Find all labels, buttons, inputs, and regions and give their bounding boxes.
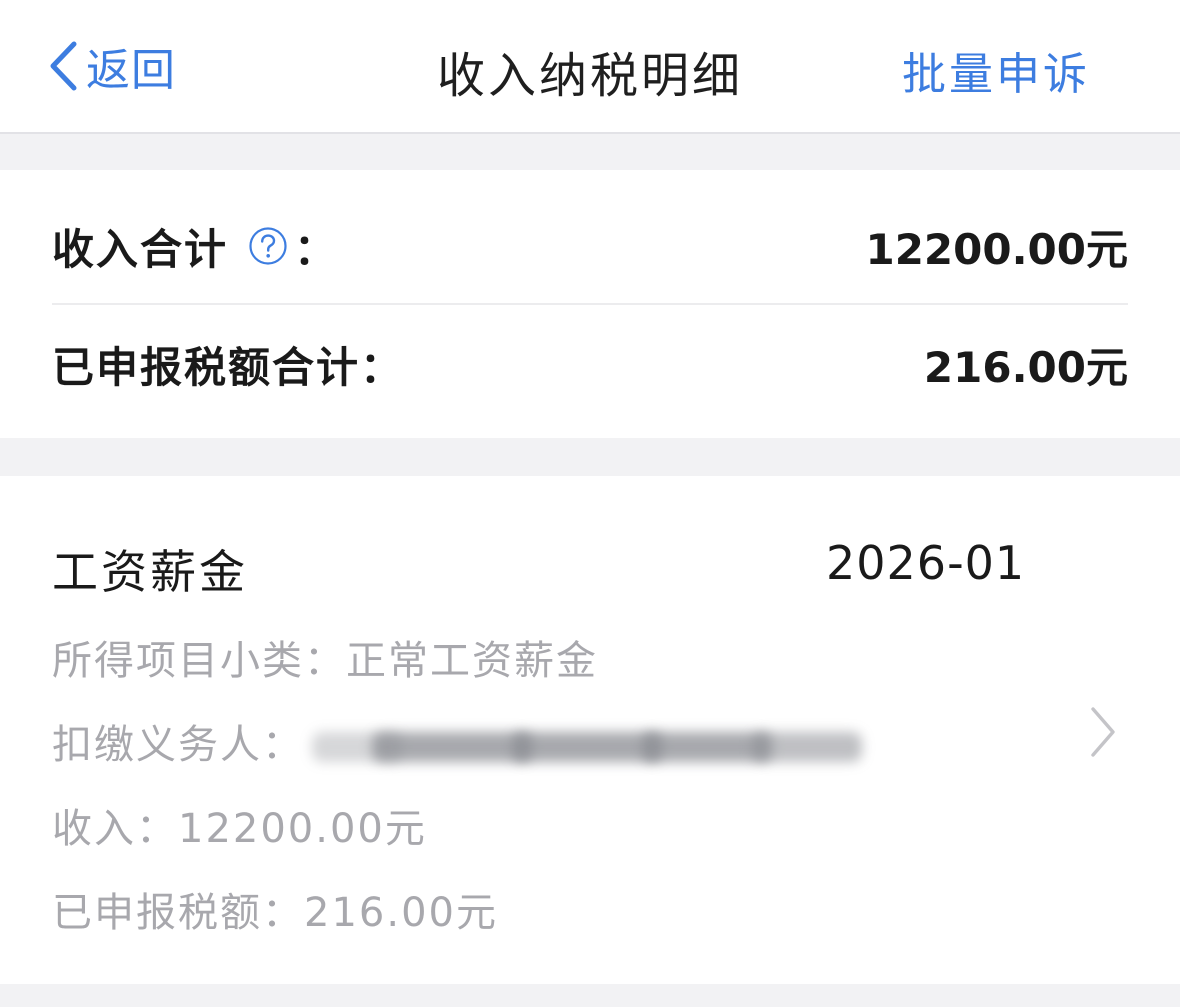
tax-line: 已申报税额：216.00元 xyxy=(52,880,498,938)
income-total-label: 收入合计 xyxy=(52,224,229,274)
tax-total-value: 216.00元 xyxy=(923,342,1128,392)
navigation-bar: 返回 收入纳税明细 批量申诉 xyxy=(0,0,1180,134)
income-type: 工资薪金 xyxy=(52,545,248,599)
batch-appeal-button[interactable]: 批量申诉 xyxy=(902,38,1090,102)
income-label: 收入： xyxy=(52,806,178,852)
chevron-right-icon xyxy=(1091,707,1115,757)
question-circle-icon[interactable] xyxy=(248,226,288,266)
subcategory-value: 正常工资薪金 xyxy=(346,638,598,684)
income-period: 2026-01 xyxy=(826,536,1026,590)
withholder-line: 扣缴义务人： xyxy=(52,712,872,770)
summary-card: 收入合计 ： 12200.00元 已申报税额合计： 216.00元 xyxy=(0,170,1180,438)
tax-label: 已申报税额： xyxy=(52,890,304,936)
subcategory-label: 所得项目小类： xyxy=(52,638,346,684)
income-line: 收入：12200.00元 xyxy=(52,796,427,854)
income-total-label-group: 收入合计 ： xyxy=(52,216,338,277)
tax-total-row: 已申报税额合计： 216.00元 xyxy=(52,304,1128,424)
income-total-colon: ： xyxy=(294,224,339,274)
income-total-row: 收入合计 ： 12200.00元 xyxy=(52,186,1128,306)
income-value: 12200.00元 xyxy=(178,806,427,852)
tax-total-label: 已申报税额合计： xyxy=(52,342,405,392)
income-total-value: 12200.00元 xyxy=(865,224,1128,274)
tax-value: 216.00元 xyxy=(304,890,498,936)
income-record-card[interactable]: 工资薪金 2026-01 所得项目小类：正常工资薪金 扣缴义务人： 收入：122… xyxy=(0,476,1180,984)
subcategory-line: 所得项目小类：正常工资薪金 xyxy=(52,628,598,686)
withholder-name-redacted xyxy=(312,724,872,770)
withholder-label: 扣缴义务人： xyxy=(52,722,304,768)
